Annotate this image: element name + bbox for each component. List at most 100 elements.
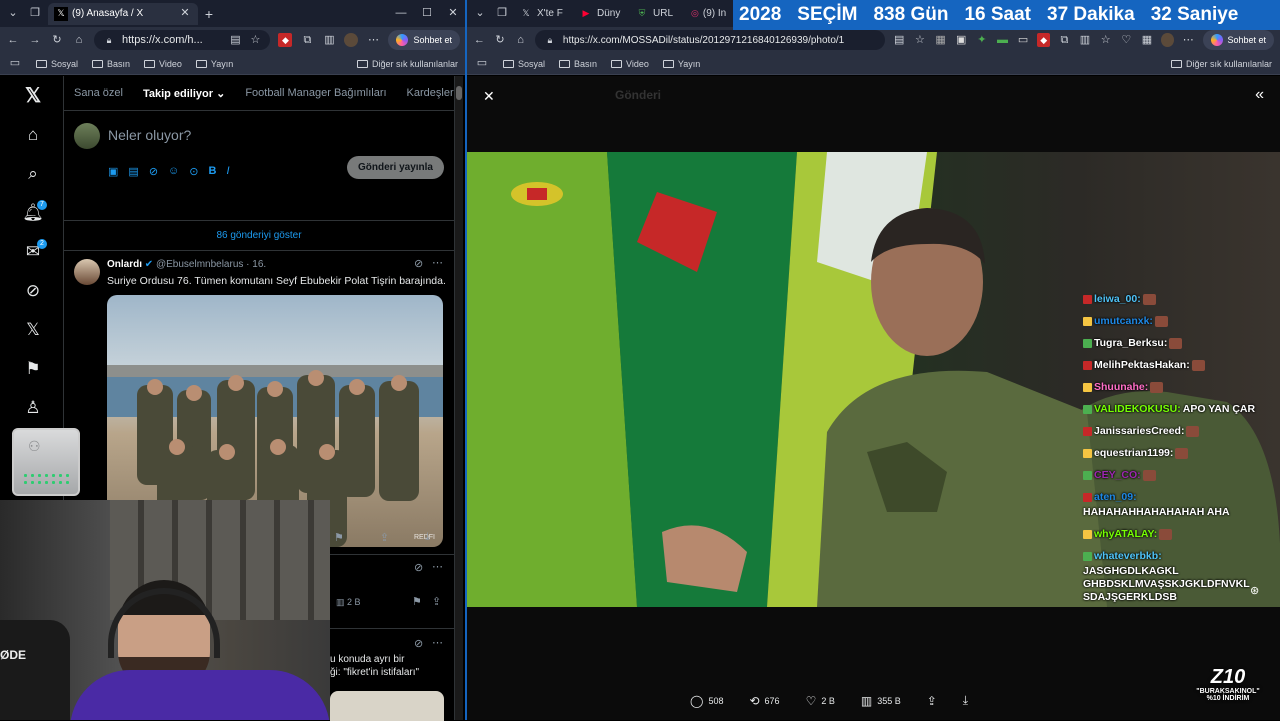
extension-icon[interactable]: ▦ [934, 33, 947, 47]
workspaces-icon[interactable]: ❐ [28, 7, 42, 21]
back-icon[interactable]: ← [6, 33, 20, 47]
tab-x-home[interactable]: 𝕏 (9) Anasayfa / X ✕ [48, 2, 198, 25]
share-button[interactable]: ⇪ [927, 694, 937, 708]
premium-x-icon[interactable]: 𝕏 [10, 310, 56, 349]
other-bookmarks[interactable]: Diğer sık kullanılanlar [1170, 59, 1272, 69]
close-tab-icon[interactable]: ✕ [178, 7, 192, 21]
grok-icon[interactable]: ⊘ [149, 165, 158, 178]
tab-for-you[interactable]: Sana özel [74, 87, 123, 99]
left-url-field[interactable]: 🔒︎ https://x.com/h... ▤ ☆ [94, 30, 271, 50]
tab-list-kardesler[interactable]: Kardeşler Kr [407, 87, 454, 99]
media-icon[interactable]: ▣ [108, 165, 118, 178]
workspaces-icon[interactable]: ❐ [495, 7, 509, 21]
home-icon[interactable]: ⌂ [10, 115, 56, 154]
post-image[interactable] [330, 691, 444, 721]
more-icon[interactable]: ⋯ [366, 33, 380, 47]
author-handle[interactable]: @Ebuselmnbelarus [156, 259, 243, 270]
split-screen-icon[interactable]: ▥ [1079, 33, 1092, 47]
refresh-icon[interactable]: ↻ [50, 33, 64, 47]
avatar[interactable] [74, 259, 100, 285]
close-window-icon[interactable]: ✕ [446, 7, 460, 21]
collections-icon[interactable]: ▦ [1141, 33, 1154, 47]
reader-icon[interactable]: ▤ [228, 33, 242, 47]
bookmark-folder[interactable]: Yayın [662, 59, 700, 69]
messages-icon[interactable]: ✉ 2 [10, 232, 56, 271]
scrollbar[interactable] [455, 76, 463, 720]
minimize-icon[interactable]: — [394, 7, 408, 21]
like-button[interactable]: ♡ 2 B [806, 694, 835, 708]
author-name[interactable]: Onlardı [107, 259, 142, 270]
post-button[interactable]: Gönderi yayınla [346, 156, 444, 179]
tab-instagram[interactable]: ◎ (9) In [685, 3, 729, 25]
bookmark-icon[interactable]: ⚑ [412, 595, 422, 608]
favorites-icon[interactable]: ☆ [1099, 33, 1112, 47]
tab-youtube[interactable]: ▶ Düny [573, 3, 629, 25]
composer-input[interactable]: Neler oluyor? [108, 127, 191, 143]
right-url-field[interactable]: 🔒︎ https://x.com/MOSSADil/status/2012971… [534, 30, 885, 50]
bold-icon[interactable]: B [208, 165, 216, 178]
bookmark-folder[interactable]: Video [144, 59, 182, 69]
emoji-icon[interactable]: ☺ [168, 165, 179, 178]
extension-icon[interactable]: ▣ [955, 33, 968, 47]
more-icon[interactable]: ⋯ [432, 256, 443, 269]
grok-icon[interactable]: ⊘ [10, 271, 56, 310]
more-icon[interactable]: ⋯ [432, 636, 443, 649]
profile-avatar[interactable] [344, 33, 359, 47]
search-icon[interactable]: ⌕ [10, 154, 56, 193]
grok-icon[interactable]: ⊘ [414, 257, 423, 270]
extensions-puzzle-icon[interactable]: ⧉ [1058, 33, 1071, 47]
bookmark-folder[interactable]: Basın [92, 59, 130, 69]
more-icon[interactable]: ⋯ [1182, 33, 1195, 47]
tab-actions-icon[interactable]: ⌄ [473, 7, 487, 21]
other-bookmarks[interactable]: Diğer sık kullanılanlar [356, 59, 458, 69]
home-icon[interactable]: ⌂ [72, 33, 86, 47]
tab-x-post[interactable]: 𝕏 X'te F [513, 3, 573, 25]
x-logo-icon[interactable]: 𝕏 [10, 76, 56, 115]
download-icon[interactable]: ⤓ [425, 531, 430, 544]
extension-icon[interactable]: ▬ [996, 33, 1009, 47]
extension-icon[interactable]: ◆ [278, 33, 293, 47]
bookmark-menu-icon[interactable]: ▭ [475, 57, 489, 71]
tab-list-football[interactable]: Football Manager Bağımlıları [245, 87, 386, 99]
scrollbar-thumb[interactable] [456, 86, 462, 100]
grok-icon[interactable]: ⊘ [414, 561, 423, 574]
views-count[interactable]: ▥ 2 B [336, 597, 361, 608]
tab-following[interactable]: Takip ediliyor ⌄ [143, 87, 225, 100]
heart-icon[interactable]: ♡ [1120, 33, 1133, 47]
views-button[interactable]: ▥ 355 B [861, 694, 901, 708]
share-icon[interactable]: ⇪ [380, 531, 389, 544]
bookmark-icon[interactable]: ⚑ [334, 531, 344, 544]
tab-actions-icon[interactable]: ⌄ [6, 7, 20, 21]
grok-icon[interactable]: ⊘ [414, 637, 423, 650]
bookmark-folder[interactable]: Yayın [195, 59, 233, 69]
bookmark-folder[interactable]: Video [611, 59, 649, 69]
bookmark-folder[interactable]: Basın [559, 59, 597, 69]
bookmark-folder[interactable]: Sosyal [36, 59, 78, 69]
close-icon[interactable]: ✕ [483, 88, 495, 105]
share-icon[interactable]: ⇪ [432, 595, 441, 608]
copilot-chat-button[interactable]: Sohbet et [388, 30, 460, 50]
collapse-panel-icon[interactable]: « [1255, 86, 1264, 104]
communities-icon[interactable]: ♙ [10, 388, 56, 427]
split-screen-icon[interactable]: ▥ [322, 33, 336, 47]
post-time[interactable]: 16. [252, 259, 266, 270]
bookmark-menu-icon[interactable]: ▭ [8, 57, 22, 71]
maximize-icon[interactable]: ☐ [420, 7, 434, 21]
back-icon[interactable]: ← [473, 33, 486, 47]
gif-icon[interactable]: ▤ [128, 165, 138, 178]
download-button[interactable]: ⤓ [963, 693, 968, 708]
extension-icon[interactable]: ✦ [975, 33, 988, 47]
show-more-posts[interactable]: 86 gönderiyi göster [64, 221, 454, 251]
new-tab-icon[interactable]: + [202, 7, 216, 21]
extension-icon[interactable]: ◆ [1037, 33, 1051, 47]
more-icon[interactable]: ⋯ [432, 560, 443, 573]
italic-icon[interactable]: I [226, 165, 229, 178]
favorite-star-icon[interactable]: ☆ [914, 33, 927, 47]
home-icon[interactable]: ⌂ [514, 33, 527, 47]
repost-button[interactable]: ⟲ 676 [749, 694, 779, 708]
bookmark-folder[interactable]: Sosyal [503, 59, 545, 69]
favorite-star-icon[interactable]: ☆ [248, 33, 262, 47]
reader-icon[interactable]: ▤ [893, 33, 906, 47]
forward-icon[interactable]: → [28, 33, 42, 47]
profile-avatar[interactable] [1161, 33, 1174, 47]
